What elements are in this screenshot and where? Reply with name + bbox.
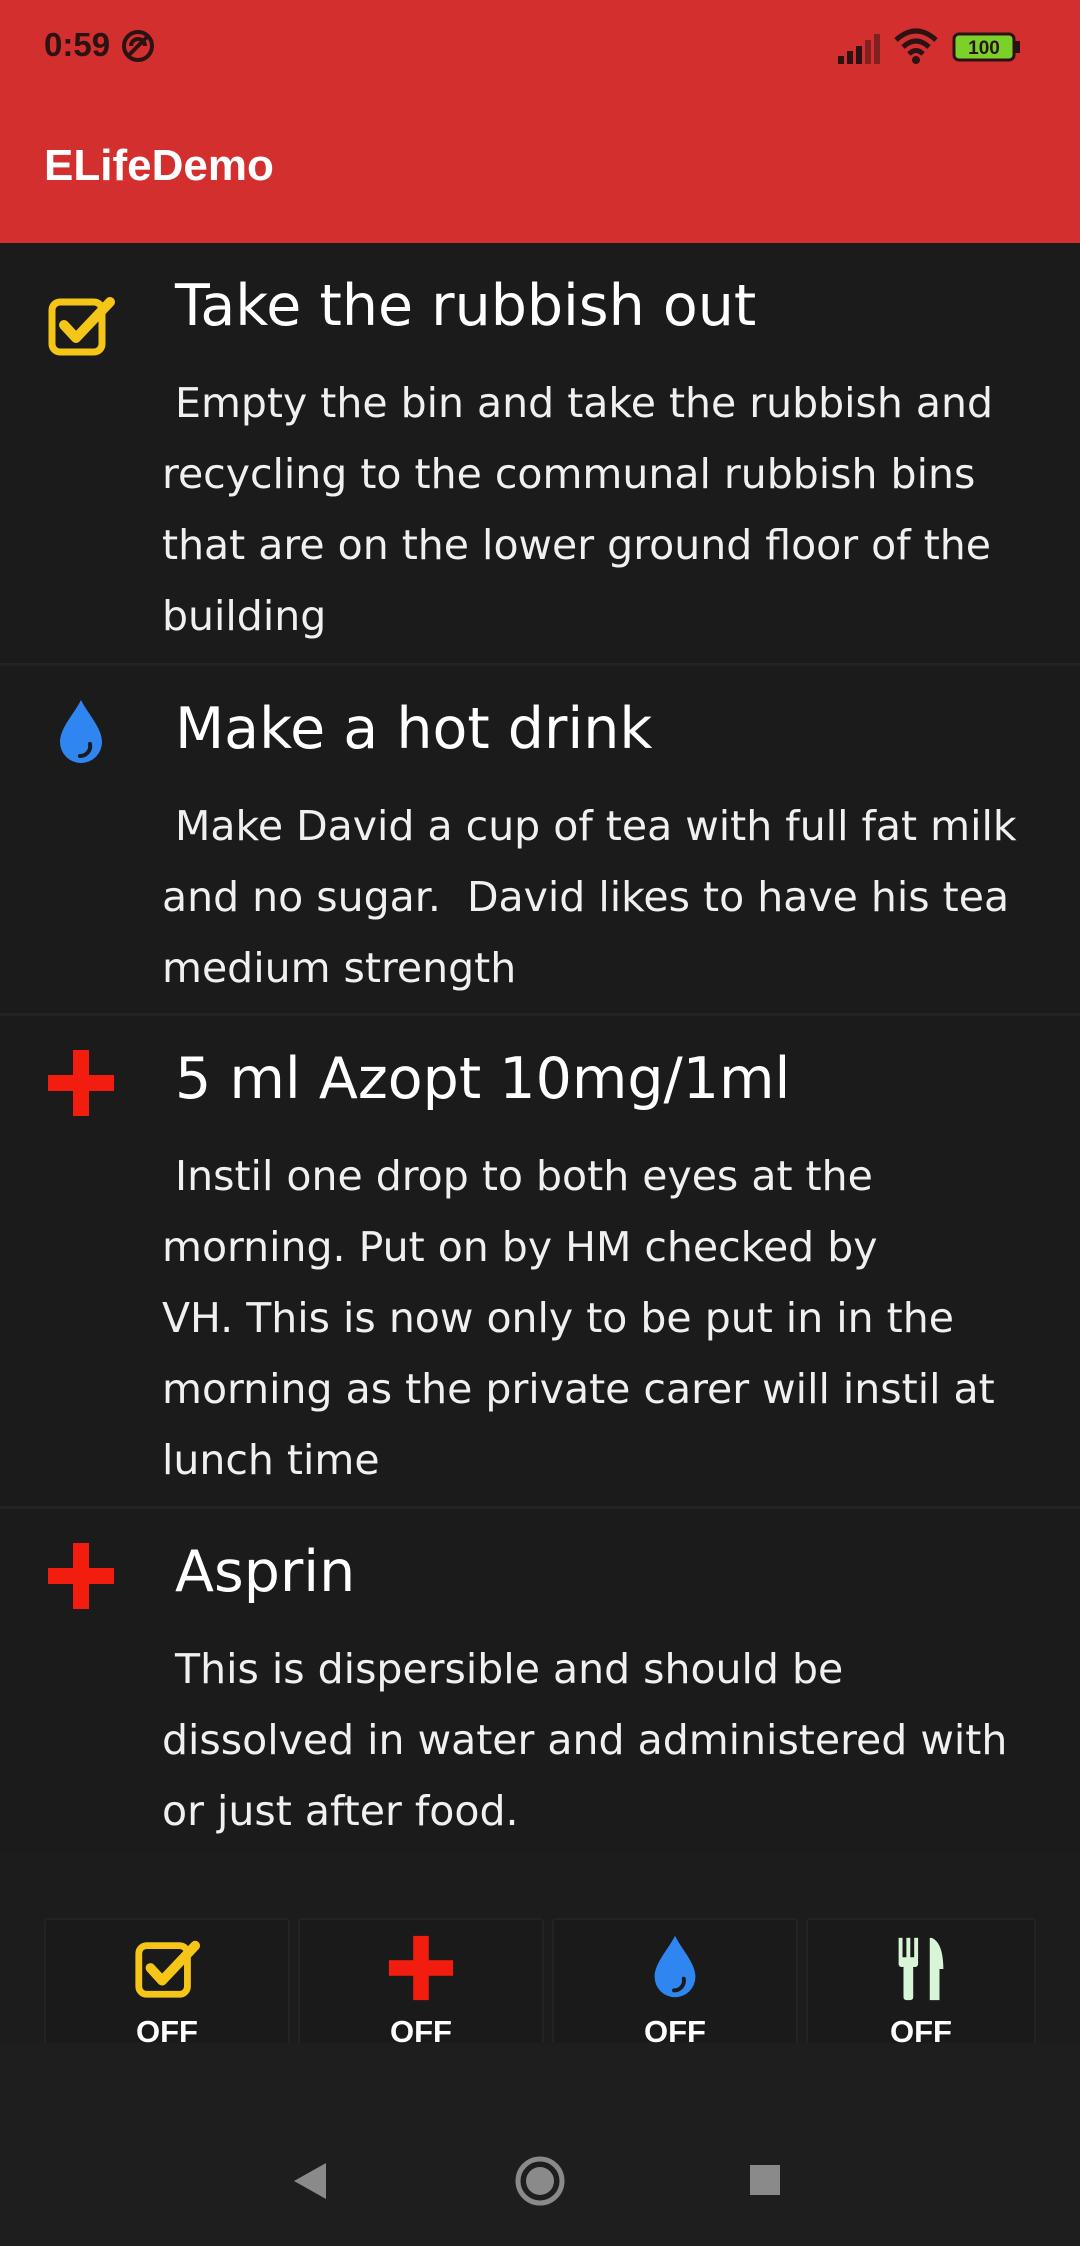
cutlery-icon — [898, 1937, 944, 2001]
medical-cross-icon — [48, 1543, 114, 1609]
task-description: Instil one drop to both eyes at the morn… — [162, 1152, 995, 1484]
filter-toggle-medication[interactable]: OFF — [298, 1918, 544, 2049]
status-bar: 0:59 100 — [0, 0, 1080, 95]
task-list[interactable]: Take the rubbish out Empty the bin and t… — [0, 243, 1080, 1859]
task-description: Empty the bin and take the rubbish and r… — [162, 379, 994, 640]
task-card[interactable]: 5 ml Azopt 10mg/1ml Instil one drop to b… — [0, 1016, 1080, 1509]
back-icon[interactable] — [290, 2161, 328, 2201]
do-not-disturb-icon — [122, 30, 154, 62]
task-title: Take the rubbish out — [175, 273, 757, 339]
filter-toggle-meals[interactable]: OFF — [806, 1918, 1036, 2049]
water-drop-icon — [654, 1935, 696, 1998]
medical-cross-icon — [388, 1935, 454, 2001]
wifi-icon — [894, 28, 938, 64]
filter-panel: OFF OFF OFF OFF — [0, 1853, 1080, 2049]
checkbox-icon — [48, 297, 115, 356]
task-card[interactable]: Take the rubbish out Empty the bin and t… — [0, 243, 1080, 666]
task-card[interactable]: Asprin This is dispersible and should be… — [0, 1509, 1080, 1859]
signal-icon — [838, 34, 880, 64]
water-drop-icon — [60, 700, 102, 763]
status-time: 0:59 — [44, 26, 111, 63]
home-icon[interactable] — [514, 2155, 566, 2207]
filter-toggle-drinks[interactable]: OFF — [552, 1918, 798, 2049]
battery-level: 100 — [968, 38, 1000, 59]
checkbox-icon — [135, 1940, 201, 1998]
medical-cross-icon — [48, 1050, 114, 1116]
task-title: Make a hot drink — [175, 696, 653, 762]
task-title: Asprin — [175, 1539, 356, 1605]
filter-toggle-tasks[interactable]: OFF — [44, 1918, 290, 2049]
task-card[interactable]: Make a hot drink Make David a cup of tea… — [0, 666, 1080, 1016]
app-bar: ELifeDemo — [0, 95, 1080, 243]
app-title: ELifeDemo — [44, 141, 274, 190]
recent-apps-icon[interactable] — [748, 2163, 782, 2197]
system-nav-bar — [0, 2043, 1080, 2246]
battery-icon: 100 — [952, 32, 1022, 62]
task-description: Make David a cup of tea with full fat mi… — [162, 802, 1017, 992]
task-title: 5 ml Azopt 10mg/1ml — [175, 1046, 791, 1112]
task-description: This is dispersible and should be dissol… — [162, 1645, 1008, 1835]
